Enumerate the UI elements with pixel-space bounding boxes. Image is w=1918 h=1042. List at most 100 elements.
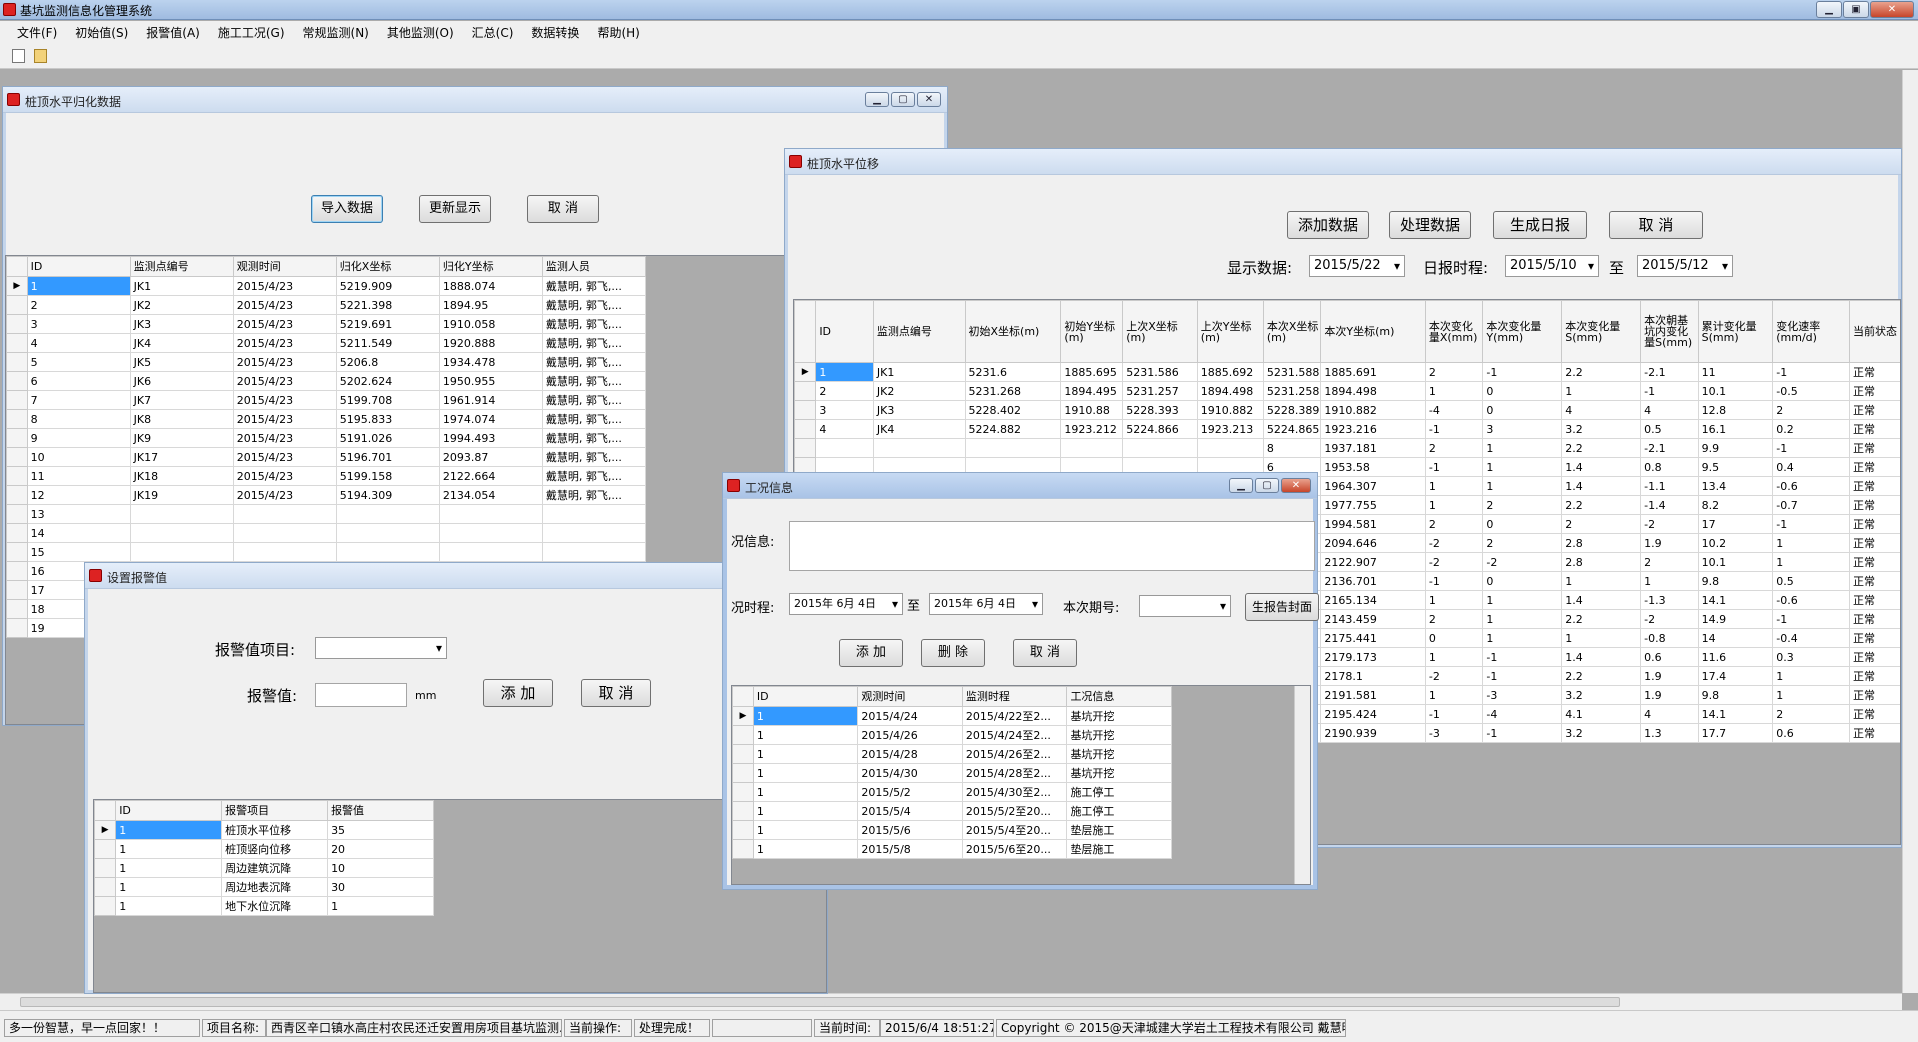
row-header[interactable]: [94, 858, 117, 878]
table-cell[interactable]: 正常: [1848, 533, 1900, 553]
table-cell[interactable]: -2: [1640, 514, 1699, 534]
generate-cover-button[interactable]: 生报告封面: [1245, 593, 1319, 621]
table-cell[interactable]: -1: [1424, 571, 1484, 591]
menu-construction[interactable]: 施工工况(G): [209, 24, 294, 41]
table-cell[interactable]: -1: [1424, 419, 1484, 439]
grid-scrollbar[interactable]: [1294, 686, 1310, 884]
table-cell[interactable]: 2178.1: [1320, 666, 1426, 686]
column-header[interactable]: 观测时间: [857, 686, 963, 707]
table-row[interactable]: ▶ 1 JK1 5231.6 1885.695 5231.586 1885.692 5231.…: [794, 362, 1900, 382]
table-cell[interactable]: -2: [1424, 533, 1484, 553]
table-cell[interactable]: JK17: [129, 447, 234, 467]
report-to-select[interactable]: 2015/5/12: [1637, 255, 1733, 277]
alarm-grid[interactable]: ID 报警项目 报警值 ▶ 1 桩顶水平位移 35 1 桩顶竖向位移 20 1 周边建筑沉降 10 1 周边…: [93, 799, 827, 993]
table-cell[interactable]: 1934.478: [438, 352, 543, 372]
table-cell[interactable]: JK18: [129, 466, 234, 486]
table-cell[interactable]: [335, 504, 440, 524]
row-header[interactable]: ▶: [794, 362, 817, 382]
table-cell[interactable]: 2015/4/26: [857, 725, 963, 745]
menu-file[interactable]: 文件(F): [8, 24, 66, 41]
column-header[interactable]: 本次Y坐标(m): [1320, 300, 1426, 363]
table-cell[interactable]: 1: [752, 706, 859, 726]
table-cell[interactable]: 2015/4/23: [232, 485, 337, 505]
table-cell[interactable]: 0.8: [1640, 457, 1699, 477]
table-cell[interactable]: 2.2: [1561, 438, 1642, 458]
table-cell[interactable]: 6: [26, 371, 131, 391]
table-cell[interactable]: 5219.909: [335, 276, 440, 296]
table-cell[interactable]: 1: [1424, 476, 1484, 496]
table-cell[interactable]: 8.2: [1697, 495, 1774, 515]
table-cell[interactable]: -0.6: [1772, 476, 1850, 496]
row-header[interactable]: [6, 371, 28, 391]
table-cell[interactable]: 2: [1424, 362, 1484, 382]
table-cell[interactable]: 2015/4/23: [232, 409, 337, 429]
table-cell[interactable]: 15: [26, 542, 131, 562]
table-cell[interactable]: 垫层施工: [1066, 839, 1172, 859]
date-from-picker[interactable]: 2015年 6月 4日: [789, 593, 903, 615]
table-cell[interactable]: 4: [1640, 704, 1699, 724]
table-cell[interactable]: 桩顶水平位移: [221, 820, 329, 840]
refresh-display-button[interactable]: 更新显示: [419, 195, 491, 223]
work-info-input[interactable]: [789, 521, 1315, 571]
maximize-button[interactable]: ▢: [1255, 478, 1279, 493]
table-cell[interactable]: 0.3: [1772, 647, 1850, 667]
table-cell[interactable]: 4.1: [1561, 704, 1642, 724]
table-cell[interactable]: 2015/4/22至2...: [961, 706, 1068, 726]
table-cell[interactable]: 2: [1424, 514, 1484, 534]
table-cell[interactable]: 2015/5/6至20...: [961, 839, 1068, 859]
table-cell[interactable]: 2015/4/26至2...: [961, 744, 1068, 764]
table-cell[interactable]: 4: [1561, 400, 1642, 420]
table-cell[interactable]: 5231.588: [1262, 362, 1322, 382]
table-cell[interactable]: 1: [115, 820, 223, 840]
table-cell[interactable]: 1910.882: [1196, 400, 1264, 420]
table-cell[interactable]: 1: [815, 362, 874, 382]
table-cell[interactable]: 2190.939: [1320, 723, 1426, 743]
row-header[interactable]: [732, 763, 754, 783]
row-header[interactable]: [732, 782, 754, 802]
row-header[interactable]: [6, 409, 28, 429]
table-cell[interactable]: 1923.216: [1320, 419, 1426, 439]
table-cell[interactable]: 2015/4/30至2...: [961, 782, 1068, 802]
table-cell[interactable]: 2: [1561, 514, 1642, 534]
close-button[interactable]: ✕: [917, 92, 941, 107]
table-cell[interactable]: [335, 542, 440, 562]
table-cell[interactable]: 1: [1424, 381, 1484, 401]
table-cell[interactable]: 2094.646: [1320, 533, 1426, 553]
table-cell[interactable]: 1.9: [1640, 533, 1699, 553]
table-cell[interactable]: [1122, 438, 1198, 458]
table-cell[interactable]: JK8: [129, 409, 234, 429]
table-cell[interactable]: 正常: [1848, 571, 1900, 591]
table-cell[interactable]: 2: [1482, 533, 1563, 553]
table-cell[interactable]: 1.9: [1640, 666, 1699, 686]
close-button[interactable]: ✕: [1870, 1, 1914, 18]
column-header[interactable]: 当前状态: [1848, 300, 1900, 363]
table-cell[interactable]: 14.1: [1697, 704, 1774, 724]
table-cell[interactable]: 5219.691: [335, 314, 440, 334]
table-cell[interactable]: 1: [1640, 571, 1699, 591]
table-cell[interactable]: 正常: [1848, 400, 1900, 420]
table-row[interactable]: 15: [6, 542, 647, 562]
table-cell[interactable]: JK2: [872, 381, 966, 401]
table-cell[interactable]: 5231.268: [964, 381, 1062, 401]
table-row[interactable]: 10 JK17 2015/4/23 5196.701 2093.87 戴慧明, 郭飞,..…: [6, 447, 647, 467]
table-cell[interactable]: 1.4: [1561, 647, 1642, 667]
table-cell[interactable]: JK4: [129, 333, 234, 353]
menu-other-monitoring[interactable]: 其他监测(O): [378, 24, 463, 41]
table-cell[interactable]: 1.4: [1561, 457, 1642, 477]
row-header[interactable]: [6, 542, 28, 562]
column-header[interactable]: 初始X坐标(m): [964, 300, 1062, 363]
table-cell[interactable]: -2: [1424, 666, 1484, 686]
minimize-button[interactable]: ▁: [1816, 1, 1842, 18]
table-cell[interactable]: 0: [1482, 400, 1563, 420]
menu-routine-monitoring[interactable]: 常规监测(N): [294, 24, 378, 41]
table-cell[interactable]: -1.4: [1640, 495, 1699, 515]
alarm-value-input[interactable]: [315, 683, 407, 707]
table-cell[interactable]: [872, 438, 966, 458]
table-cell[interactable]: JK3: [129, 314, 234, 334]
table-row[interactable]: 1 2015/4/26 2015/4/24至2... 基坑开挖: [732, 725, 1172, 745]
table-cell[interactable]: 戴慧明, 郭飞,...: [541, 295, 647, 315]
import-data-button[interactable]: 导入数据: [311, 195, 383, 223]
column-header[interactable]: ID: [26, 256, 131, 277]
table-cell[interactable]: 2015/5/2: [857, 782, 963, 802]
table-cell[interactable]: 1: [1772, 533, 1850, 553]
